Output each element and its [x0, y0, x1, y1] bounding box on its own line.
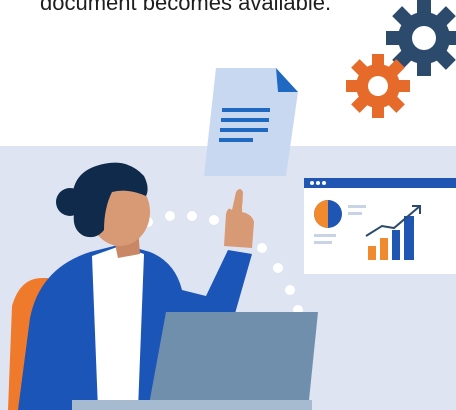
gear-icon [346, 54, 410, 118]
hair-bun [56, 188, 84, 216]
hand [224, 189, 254, 248]
document-icon [204, 68, 298, 176]
illustration-canvas: document becomes available. [0, 0, 456, 410]
pie-chart-icon [314, 200, 342, 228]
laptop [148, 312, 318, 410]
laptop-base [72, 400, 312, 410]
dashboard-icon [304, 178, 456, 274]
illustration-art [8, 0, 456, 410]
shirt [92, 246, 144, 410]
